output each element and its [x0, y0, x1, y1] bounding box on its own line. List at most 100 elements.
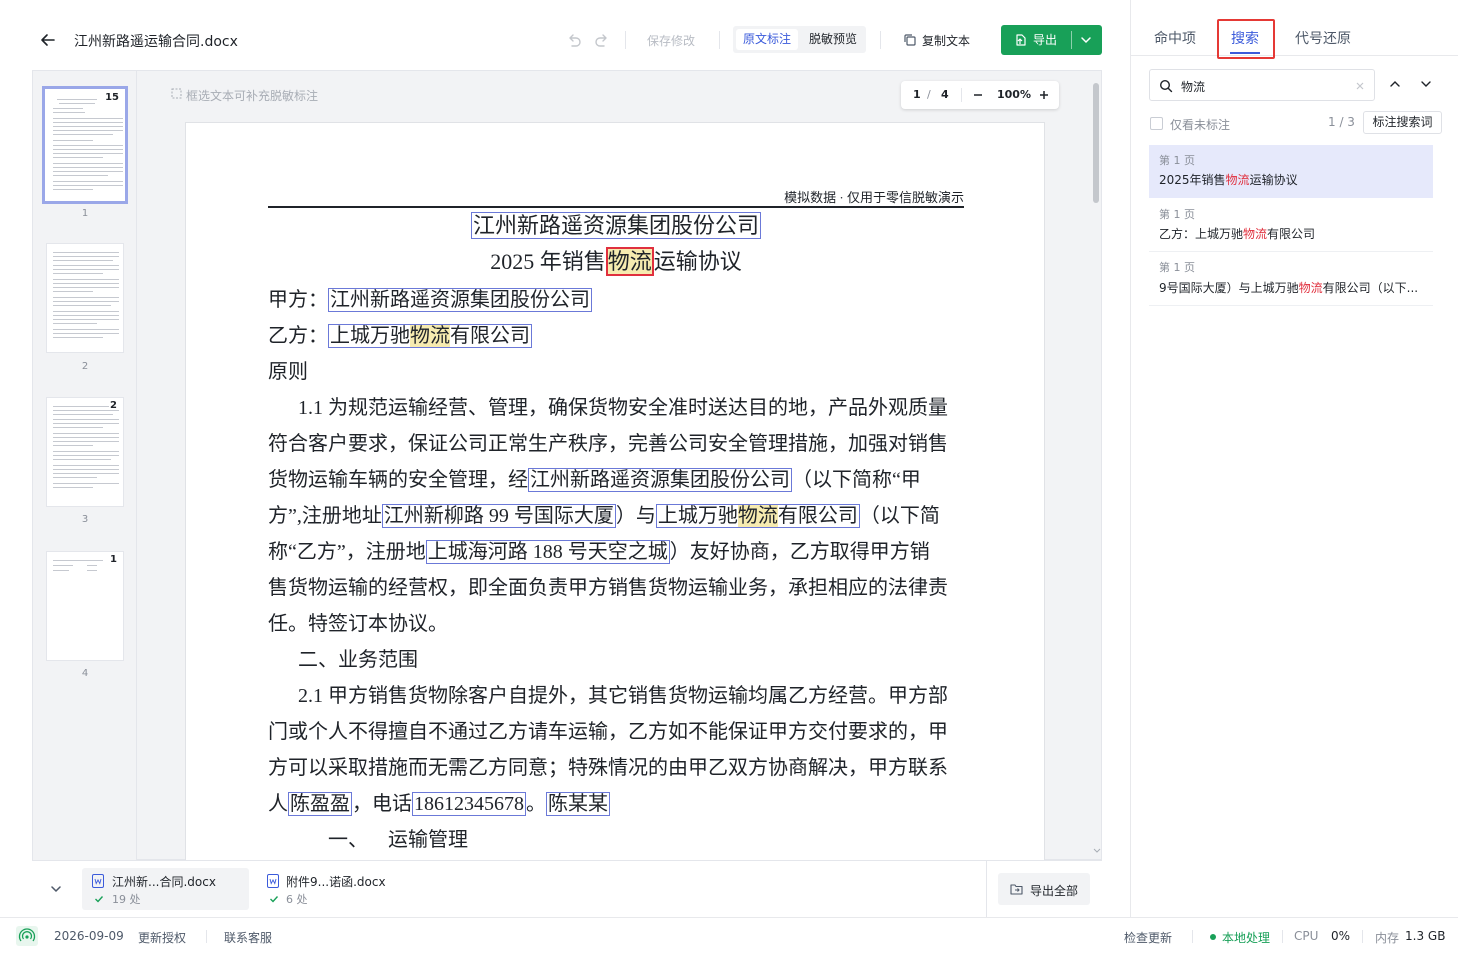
search-result-item[interactable]: 第 1 页 乙方：上城万驰物流有限公司: [1149, 199, 1433, 252]
total-pages: 4: [941, 88, 949, 101]
tab-hits[interactable]: 命中项: [1154, 28, 1196, 48]
thumbnail-hit-count: 1: [110, 554, 117, 565]
chevron-down-icon[interactable]: [49, 882, 63, 896]
back-arrow-icon[interactable]: [38, 30, 58, 50]
doc-title: 2025 年销售物流运输协议: [268, 245, 964, 279]
mode-original-button[interactable]: 原文标注: [736, 29, 798, 50]
folder-export-icon: [1010, 883, 1023, 895]
search-result-item[interactable]: 第 1 页 9号国际大厦）与上城万驰物流有限公司（以下...: [1149, 252, 1433, 306]
scroll-down-icon[interactable]: [1093, 847, 1101, 855]
copy-text-button[interactable]: 复制文本: [922, 32, 970, 49]
search-hit-current[interactable]: 物流: [605, 247, 654, 276]
result-text: 2025年销售物流运输协议: [1159, 171, 1425, 188]
mode-preview-button[interactable]: 脱敏预览: [804, 29, 862, 50]
export-all-button[interactable]: 导出全部: [998, 873, 1090, 905]
result-snippet: 9号国际大厦）与上城万驰: [1159, 281, 1299, 295]
text: ，电话: [352, 793, 412, 815]
thumbnail-sidebar: 15 1 2 2 3 1 4: [33, 71, 137, 861]
paragraph-line: 2.1 甲方销售货物除客户自提外，其它销售货物运输均属乙方经营。甲方部: [298, 685, 948, 707]
status-divider: [1362, 930, 1363, 943]
masked-company[interactable]: 江州新路遥资源集团股份公司: [528, 468, 792, 492]
select-area-icon: [171, 88, 183, 100]
export-divider: [1071, 31, 1072, 49]
masked-phone[interactable]: 18612345678: [412, 792, 526, 816]
masked-text: 上城万驰: [330, 325, 410, 347]
masked-company[interactable]: 江州新路遥资源集团股份公司: [470, 212, 761, 239]
chevron-up-icon[interactable]: [1388, 77, 1402, 91]
thumbnail-page-2[interactable]: [46, 243, 124, 353]
undo-icon[interactable]: [565, 31, 583, 49]
paragraph-line: 任。特签订本协议。: [268, 613, 448, 635]
save-changes-button[interactable]: 保存修改: [647, 32, 695, 49]
tab-code-restore[interactable]: 代号还原: [1295, 28, 1351, 48]
contact-support-link[interactable]: 联系客服: [224, 929, 272, 946]
status-divider: [1282, 930, 1283, 943]
zoom-out-icon[interactable]: [972, 89, 984, 101]
masked-name[interactable]: 陈盈盈: [288, 792, 352, 816]
party-label: 乙方：: [268, 325, 328, 347]
thumbnail-page-1[interactable]: 15: [42, 86, 128, 204]
section-number: 一、: [328, 829, 368, 851]
search-hit: 物流: [737, 505, 778, 527]
section-heading: 二、业务范围: [298, 649, 418, 671]
paragraph-line: 1.1 为规范运输经营、管理，确保货物安全准时送达目的地，产品外观质量: [298, 397, 948, 419]
check-icon: [94, 894, 104, 904]
masked-text: 有限公司: [777, 505, 858, 527]
masked-address[interactable]: 上城海河路 188 号天空之城: [425, 540, 670, 564]
document-page[interactable]: 模拟数据 · 仅用于零信脱敏演示 江州新路遥资源集团股份公司 2025 年销售物…: [185, 122, 1045, 861]
result-counter: 1 / 3: [1328, 115, 1355, 129]
only-unmarked-checkbox[interactable]: [1150, 117, 1163, 130]
header-rule: [268, 206, 964, 208]
page-zoom-control: 1 / 4 100%: [901, 81, 1059, 109]
zoom-level: 100%: [997, 88, 1031, 101]
copy-icon: [903, 33, 917, 47]
result-snippet: 有限公司: [1267, 227, 1316, 241]
license-date: 2026-09-09: [54, 929, 124, 943]
masked-company[interactable]: 上城万驰物流有限公司: [655, 504, 860, 528]
result-snippet: 有限公司（以下...: [1322, 281, 1419, 295]
zoom-in-icon[interactable]: [1038, 89, 1050, 101]
check-icon: [269, 894, 279, 904]
doc-company-title: 江州新路遥资源集团股份公司: [268, 209, 964, 243]
thumbnail-page-3[interactable]: 2: [46, 397, 124, 507]
result-keyword: 物流: [1298, 281, 1323, 295]
search-input[interactable]: 物流: [1181, 78, 1205, 95]
text: 方”,注册地址: [268, 505, 382, 527]
file-tab-2[interactable]: 附件9...诺函.docx 6 处: [257, 868, 417, 910]
file-tab-1[interactable]: 江州新...合同.docx 19 处: [82, 868, 249, 910]
local-processing-status: 本地处理: [1222, 931, 1271, 945]
party-b-line: 乙方： 上城万驰物流有限公司: [268, 319, 964, 353]
search-field[interactable]: 物流: [1149, 69, 1375, 101]
masked-name[interactable]: 陈某某: [546, 792, 610, 816]
text: 。: [526, 793, 546, 815]
masked-address[interactable]: 江州新柳路 99 号国际大厦: [381, 504, 616, 528]
check-update-link[interactable]: 检查更新: [1124, 929, 1172, 946]
export-button-group: 导出: [1001, 25, 1102, 55]
export-button[interactable]: 导出: [1001, 25, 1071, 55]
word-file-icon: [267, 874, 279, 888]
cpu-label: CPU: [1294, 929, 1319, 943]
text: （以下简称“甲: [792, 469, 921, 491]
search-result-item[interactable]: 第 1 页 2025年销售物流运输协议: [1149, 145, 1433, 198]
renew-license-link[interactable]: 更新授权: [138, 929, 186, 946]
viewer-scrollbar[interactable]: [1093, 83, 1099, 203]
section-heading: 一、 运输管理: [268, 823, 964, 857]
redo-icon[interactable]: [593, 31, 611, 49]
section-principle: 原则: [268, 361, 308, 383]
file-name: 江州新...合同.docx: [112, 875, 216, 889]
masked-company[interactable]: 上城万驰物流有限公司: [328, 324, 532, 348]
chevron-down-icon[interactable]: [1419, 77, 1433, 91]
right-panel: 命中项 搜索 代号还原 物流 仅看未标注 1 / 3 标注搜索词 第 1 页 2…: [1130, 0, 1458, 917]
thumbnail-hit-count: 15: [105, 92, 119, 103]
bar-divider: [986, 861, 987, 918]
masked-company[interactable]: 江州新路遥资源集团股份公司: [328, 288, 592, 312]
text: ）友好协商，乙方取得甲方销: [669, 541, 930, 563]
file-hit-count: 19 处: [112, 893, 141, 906]
title-text: 运输协议: [653, 249, 742, 274]
clear-icon[interactable]: [1354, 80, 1366, 92]
thumbnail-page-4[interactable]: 1: [46, 551, 124, 661]
mark-search-terms-button[interactable]: 标注搜索词: [1363, 111, 1442, 134]
chevron-down-icon[interactable]: [1079, 33, 1093, 47]
current-page[interactable]: 1: [913, 88, 921, 101]
only-unmarked-label: 仅看未标注: [1170, 118, 1231, 132]
